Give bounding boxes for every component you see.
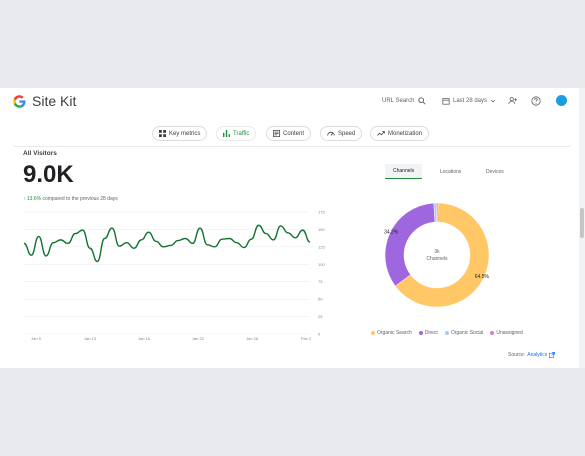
change-arrow-icon: ↑ (23, 196, 26, 202)
legend-dot (418, 331, 423, 335)
document-icon (273, 130, 280, 137)
x-tick-label: Feb 2 (301, 336, 312, 341)
tab-traffic[interactable]: Traffic (216, 126, 257, 141)
donut-slice (384, 202, 436, 287)
tab-label: Monetization (388, 130, 423, 137)
visitors-series-line (23, 224, 311, 263)
legend-item[interactable]: Organic Search (371, 330, 412, 336)
tab-devices[interactable]: Devices (486, 164, 504, 179)
speedometer-icon (327, 131, 335, 136)
visitors-line-chart: 175 150 125 100 75 50 25 0 Jan 9 Jan 13 Jan 16 Jan … (23, 210, 325, 341)
visitors-change: ↑ 13.6% compared to the previous 28 days (23, 196, 118, 202)
donut-center-label: Channels (426, 256, 448, 262)
source-attribution: Source: Analytics (508, 352, 556, 358)
x-tick-label: Jan 13 (84, 336, 97, 341)
y-tick-label: 50 (318, 297, 323, 302)
legend-item[interactable]: Direct (418, 330, 438, 336)
scrollbar-thumb[interactable] (580, 208, 584, 238)
tab-monetization[interactable]: Monetization (370, 126, 430, 141)
url-search-button[interactable]: URL Search (382, 97, 427, 105)
scrollbar[interactable] (579, 88, 585, 368)
donut-center-label: 3k (434, 249, 440, 255)
all-visitors-title: All Visitors (23, 150, 57, 157)
y-tick-label: 125 (318, 244, 325, 249)
y-tick-label: 100 (318, 262, 325, 267)
channels-donut-chart: 64.5% 34.2% 3kChannels (384, 202, 490, 308)
date-range-label: Last 28 days (453, 98, 488, 104)
date-range-selector[interactable]: Last 28 days (442, 97, 496, 105)
change-percent: 13.6% (26, 196, 42, 202)
tab-speed[interactable]: Speed (320, 126, 363, 141)
add-user-icon[interactable] (508, 96, 517, 105)
visitors-value: 9.0K (23, 161, 74, 188)
avatar[interactable] (556, 95, 567, 106)
legend-label: Unassigned (496, 330, 523, 336)
source-label: Source: (508, 352, 526, 358)
legend-dot (444, 331, 449, 335)
calendar-icon (442, 98, 450, 105)
tab-key-metrics[interactable]: Key metrics (152, 126, 208, 141)
help-icon[interactable] (531, 96, 541, 106)
x-tick-label: Jan 26 (246, 336, 259, 341)
legend-item[interactable]: Unassigned (490, 330, 523, 336)
legend-label: Organic Search (377, 330, 412, 336)
y-tick-label: 25 (318, 314, 323, 319)
brand-name: Site Kit (32, 93, 77, 109)
legend-dot (371, 331, 375, 335)
tab-locations[interactable]: Locations (440, 164, 461, 179)
site-kit-brand[interactable]: Site Kit (12, 93, 76, 109)
tab-channels[interactable]: Channels (385, 164, 423, 179)
legend-label: Direct (424, 330, 438, 336)
tab-label: Content (283, 130, 305, 137)
tab-label: Key metrics (169, 130, 201, 137)
external-link-icon[interactable] (549, 352, 556, 358)
google-logo-icon (13, 94, 26, 108)
y-tick-label: 150 (318, 227, 325, 232)
legend-label: Organic Social (450, 330, 484, 336)
tab-label: Speed (338, 130, 356, 137)
slice-label: 34.2% (384, 230, 399, 236)
x-tick-label: Jan 16 (138, 336, 151, 341)
grid-icon (159, 130, 166, 137)
chevron-down-icon (490, 99, 496, 103)
url-search-label: URL Search (382, 98, 415, 104)
x-tick-label: Jan 9 (31, 336, 42, 341)
donut-slice (436, 202, 439, 223)
analytics-link[interactable]: Analytics (527, 352, 547, 358)
channels-legend: Organic Search Direct Organic Social Una… (371, 330, 523, 336)
y-tick-label: 0 (318, 332, 321, 337)
trending-icon (377, 131, 385, 136)
x-tick-label: Jan 22 (192, 336, 205, 341)
y-tick-label: 175 (318, 210, 325, 215)
change-text: compared to the previous 28 days (42, 196, 118, 202)
slice-label: 64.5% (475, 274, 490, 280)
legend-dot (490, 331, 495, 335)
y-tick-label: 75 (318, 279, 323, 284)
tab-content[interactable]: Content (266, 126, 312, 141)
bar-chart-icon (223, 130, 230, 137)
search-icon (418, 97, 427, 105)
tab-label: Traffic (233, 130, 250, 137)
legend-item[interactable]: Organic Social (444, 330, 484, 336)
